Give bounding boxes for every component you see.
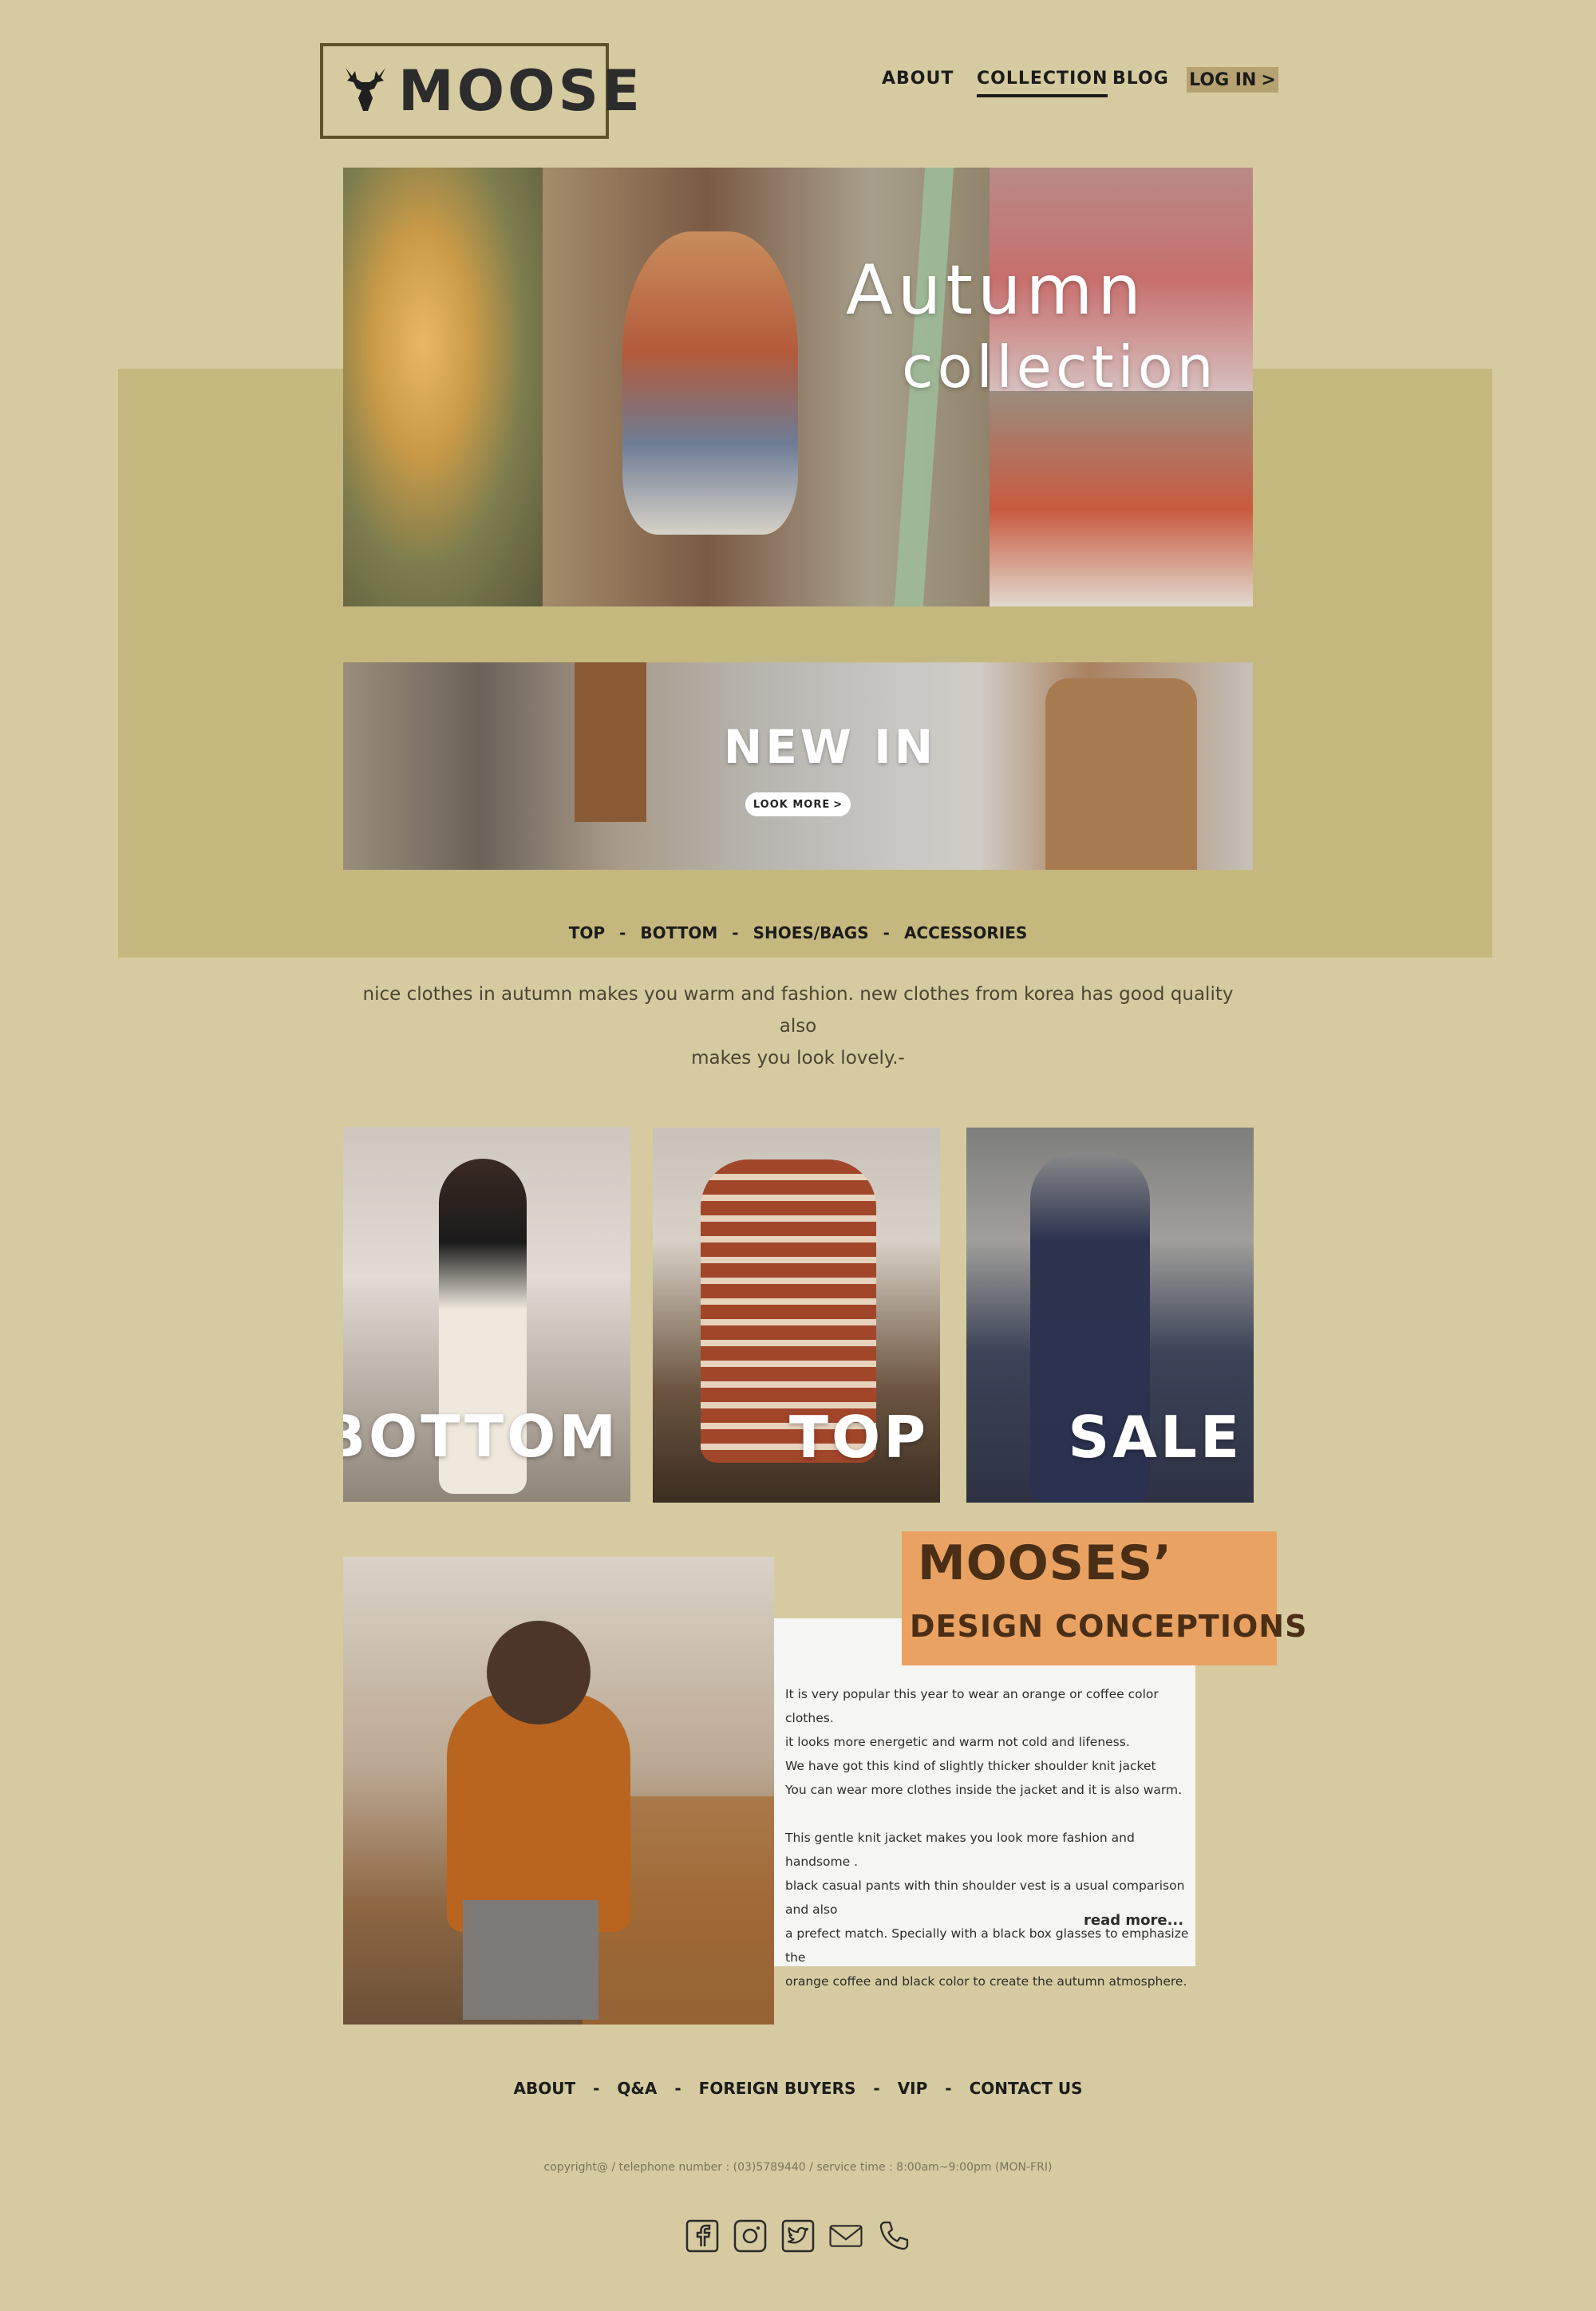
- concept-line: orange coffee and black color to create …: [785, 1974, 1187, 1989]
- category-accessories[interactable]: ACCESSORIES: [904, 923, 1027, 942]
- active-underline: [977, 94, 1108, 97]
- nav-about[interactable]: ABOUT: [882, 69, 954, 89]
- tile-sale[interactable]: SALE: [966, 1128, 1254, 1503]
- nav-about-label: ABOUT: [882, 69, 954, 89]
- hero-title-line2: collection: [902, 334, 1218, 401]
- read-more-link[interactable]: read more...: [1084, 1912, 1183, 1929]
- concept-line: it looks more energetic and warm not col…: [785, 1735, 1130, 1749]
- footer-link-foreign-buyers[interactable]: FOREIGN BUYERS: [699, 2079, 856, 2098]
- hero-model: [622, 231, 798, 535]
- separator: -: [883, 923, 890, 942]
- chevron-right-icon: >: [1261, 69, 1276, 90]
- concept-model-body: [447, 1693, 630, 1932]
- hero-title-line1: Autumn: [846, 251, 1146, 330]
- concept-title-2: DESIGN CONCEPTIONS: [910, 1609, 1308, 1644]
- concept-line: This gentle knit jacket makes you look m…: [785, 1831, 1135, 1869]
- tile-bottom-label: BOTTOM: [343, 1403, 619, 1470]
- twitter-icon[interactable]: [780, 2218, 816, 2254]
- login-button[interactable]: LOG IN >: [1187, 67, 1278, 93]
- look-more-button[interactable]: LOOK MORE >: [745, 792, 851, 816]
- category-nav: TOP - BOTTOM - SHOES/BAGS - ACCESSORIES: [0, 923, 1596, 942]
- hero-banner[interactable]: Autumn collection: [343, 168, 1253, 606]
- footer-link-about[interactable]: ABOUT: [514, 2079, 576, 2098]
- look-more-label: LOOK MORE: [753, 798, 831, 811]
- footer-link-contact[interactable]: CONTACT US: [970, 2079, 1083, 2098]
- tile-top[interactable]: TOP: [653, 1128, 940, 1503]
- nav-blog[interactable]: BLOG: [1112, 69, 1169, 89]
- new-in-title: NEW IN: [723, 720, 937, 774]
- new-in-pants: [1045, 678, 1197, 870]
- footer-nav: ABOUT - Q&A - FOREIGN BUYERS - VIP - CON…: [0, 2079, 1596, 2098]
- concept-line: It is very popular this year to wear an …: [785, 1687, 1159, 1725]
- tile-top-label: TOP: [788, 1404, 929, 1471]
- nav-blog-label: BLOG: [1112, 69, 1169, 89]
- social-icons: [0, 2218, 1596, 2254]
- category-top[interactable]: TOP: [569, 923, 605, 942]
- concept-line: We have got this kind of slightly thicke…: [785, 1759, 1156, 1773]
- concept-title-1: MOOSES’: [918, 1535, 1172, 1591]
- separator: -: [732, 923, 739, 942]
- intro-line-1: nice clothes in autumn makes you warm an…: [362, 984, 1234, 1037]
- tile-bottom[interactable]: BOTTOM: [343, 1127, 630, 1502]
- separator: -: [945, 2079, 952, 2098]
- intro-line-2: makes you look lovely.-: [691, 1048, 905, 1069]
- login-label: LOG IN: [1189, 69, 1257, 90]
- logo[interactable]: MOOSE: [320, 43, 640, 139]
- chevron-right-icon: >: [833, 798, 843, 811]
- moose-head-icon: [339, 63, 392, 119]
- concept-photo: [343, 1557, 774, 2025]
- category-bottom[interactable]: BOTTOM: [640, 923, 717, 942]
- tile-sale-label: SALE: [1068, 1404, 1242, 1471]
- separator: -: [674, 2079, 681, 2098]
- nav-collection-label: COLLECTION: [977, 69, 1108, 89]
- category-shoes-bags[interactable]: SHOES/BAGS: [753, 923, 869, 942]
- new-in-banner[interactable]: NEW IN LOOK MORE >: [343, 662, 1253, 870]
- footer-link-vip[interactable]: VIP: [898, 2079, 928, 2098]
- phone-icon[interactable]: [876, 2218, 911, 2254]
- concept-model-head: [487, 1621, 591, 1724]
- hero-foliage: [343, 168, 543, 606]
- concept-line: You can wear more clothes inside the jac…: [785, 1783, 1183, 1797]
- concept-model-skirt: [463, 1900, 598, 2020]
- facebook-icon[interactable]: [685, 2218, 720, 2254]
- concept-line: a prefect match. Specially with a black …: [785, 1926, 1189, 1965]
- hero-model-photo: [990, 391, 1253, 606]
- footer-link-qa[interactable]: Q&A: [617, 2079, 657, 2098]
- copyright: copyright@ / telephone number : (03)5789…: [543, 2161, 1053, 2174]
- instagram-icon[interactable]: [733, 2218, 768, 2254]
- nav-collection[interactable]: COLLECTION: [977, 69, 1108, 97]
- separator: -: [619, 923, 626, 942]
- brand-name: MOOSE: [398, 58, 643, 124]
- new-in-model-legs: [575, 662, 646, 822]
- separator: -: [873, 2079, 880, 2098]
- intro-text: nice clothes in autumn makes you warm an…: [351, 978, 1245, 1074]
- mail-icon[interactable]: [828, 2218, 863, 2254]
- separator: -: [593, 2079, 600, 2098]
- concept-body: It is very popular this year to wear an …: [785, 1682, 1192, 1993]
